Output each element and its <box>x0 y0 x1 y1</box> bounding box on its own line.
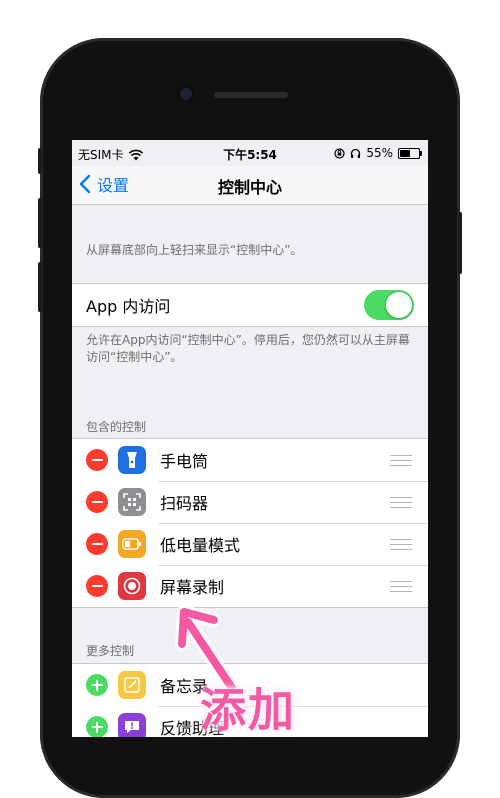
toggle-knob <box>386 292 412 318</box>
app-access-group: App 内访问 <box>72 283 428 327</box>
control-row-qr-scanner: 扫码器 <box>72 481 428 523</box>
notes-icon <box>118 671 146 699</box>
app-access-footer: 允许在App内访问“控制中心”。停用后，您仍然可以从主屏幕访问“控制中心”。 <box>86 333 410 364</box>
reorder-handle-icon[interactable] <box>390 496 412 508</box>
front-camera <box>180 88 192 100</box>
control-label: 扫码器 <box>160 494 209 513</box>
control-row-low-power: 低电量模式 <box>72 523 428 565</box>
control-label: 手电筒 <box>160 452 209 471</box>
status-right: 55% <box>334 146 422 160</box>
add-button[interactable] <box>86 716 108 737</box>
battery-fill <box>400 149 410 157</box>
remove-button[interactable] <box>86 449 108 471</box>
orientation-lock-icon <box>334 147 345 159</box>
reorder-handle-icon[interactable] <box>390 454 412 466</box>
volume-down-button <box>38 262 42 312</box>
navigation-bar: 设置 控制中心 <box>72 166 428 205</box>
earpiece-speaker <box>214 92 288 98</box>
feedback-icon <box>118 713 146 737</box>
app-access-row: App 内访问 <box>72 284 428 326</box>
low-power-icon <box>118 530 146 558</box>
battery-icon <box>398 147 422 159</box>
status-bar: 无SIM卡 下午5:54 55% <box>72 140 428 166</box>
included-controls-header: 包含的控制 <box>86 420 147 434</box>
qr-scanner-icon <box>118 488 146 516</box>
intro-text: 从屏幕底部向上轻扫来显示“控制中心”。 <box>86 243 303 257</box>
control-row-flashlight: 手电筒 <box>72 439 428 481</box>
screen: 无SIM卡 下午5:54 55% 设置 控制中心 从屏幕底部向上轻扫来显示“控制… <box>72 140 428 737</box>
included-controls-group: 手电筒 扫码器 低电量模式 屏幕录制 <box>72 438 428 608</box>
reorder-handle-icon[interactable] <box>390 538 412 550</box>
remove-button[interactable] <box>86 575 108 597</box>
control-row-screen-record: 屏幕录制 <box>72 565 428 607</box>
volume-up-button <box>38 198 42 248</box>
remove-button[interactable] <box>86 491 108 513</box>
power-button <box>458 212 462 274</box>
control-label: 低电量模式 <box>160 536 241 555</box>
app-access-label: App 内访问 <box>86 297 171 316</box>
screen-record-icon <box>118 572 146 600</box>
remove-button[interactable] <box>86 533 108 555</box>
add-button[interactable] <box>86 674 108 696</box>
annotation-label: 添加 <box>200 683 296 737</box>
headphones-icon <box>351 148 361 158</box>
app-access-toggle[interactable] <box>364 290 414 320</box>
mute-switch <box>38 148 42 174</box>
more-controls-header: 更多控制 <box>86 644 135 658</box>
page-title: 控制中心 <box>217 178 282 197</box>
battery-percent: 55% <box>366 146 393 160</box>
control-label: 屏幕录制 <box>160 578 225 597</box>
reorder-handle-icon[interactable] <box>390 580 412 592</box>
flashlight-icon <box>118 446 146 474</box>
